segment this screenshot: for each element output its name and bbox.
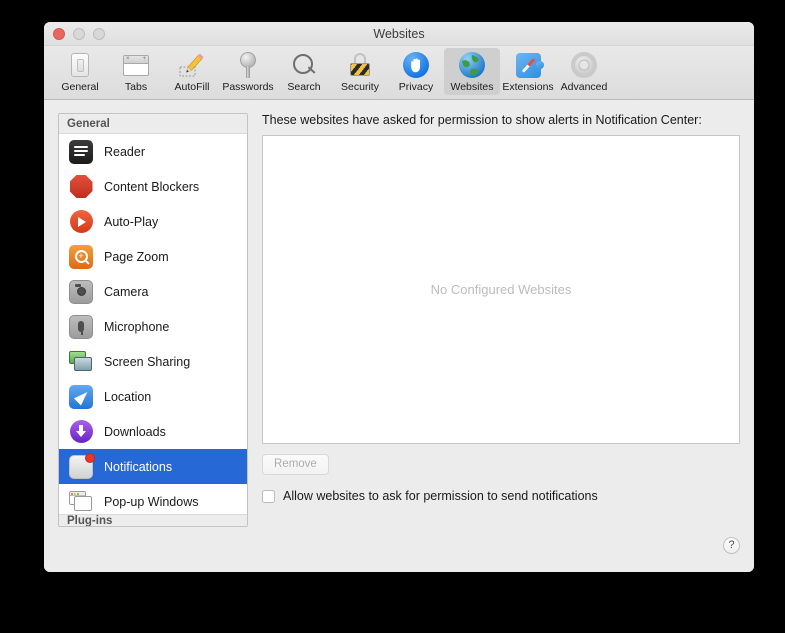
sidebar-group-header-general: General: [59, 114, 247, 134]
toolbar-label-security: Security: [341, 81, 379, 93]
window-footer: ?: [44, 536, 754, 572]
toolbar-label-websites: Websites: [450, 81, 494, 93]
popup-windows-icon: [69, 490, 93, 514]
toolbar-item-extensions[interactable]: Extensions: [500, 48, 556, 95]
key-icon: [233, 50, 263, 80]
toolbar-label-general: General: [61, 81, 99, 93]
minimize-button[interactable]: [73, 28, 85, 40]
general-icon: [65, 50, 95, 80]
notifications-pane: These websites have asked for permission…: [262, 113, 740, 536]
toolbar-label-passwords: Passwords: [222, 81, 274, 93]
sidebar-item-screen-sharing[interactable]: Screen Sharing: [59, 344, 247, 379]
sidebar-item-reader[interactable]: Reader: [59, 134, 247, 169]
notifications-icon: [69, 452, 95, 479]
close-button[interactable]: [53, 28, 65, 40]
zoom-button[interactable]: [93, 28, 105, 40]
websites-sidebar[interactable]: General Reader Content Blockers Auto-Pla…: [58, 113, 248, 527]
toolbar-label-extensions: Extensions: [502, 81, 554, 93]
play-circle-icon: [69, 210, 93, 234]
camera-icon: [69, 279, 93, 304]
globe-icon: [457, 50, 487, 80]
hand-icon: [401, 50, 431, 80]
sidebar-label-microphone: Microphone: [104, 319, 170, 334]
stop-sign-icon: [69, 175, 93, 199]
preferences-window: Websites General × + Tabs AutoFill Passw…: [44, 22, 754, 572]
location-arrow-icon: [69, 384, 93, 409]
remove-button[interactable]: Remove: [262, 454, 329, 475]
preferences-body: General Reader Content Blockers Auto-Pla…: [44, 100, 754, 536]
lock-icon: [345, 50, 375, 80]
sidebar-label-notifications: Notifications: [104, 459, 173, 474]
sidebar-label-reader: Reader: [104, 144, 145, 159]
sidebar-label-screen-sharing: Screen Sharing: [104, 354, 191, 369]
screen-sharing-icon: [69, 350, 93, 374]
allow-notifications-row[interactable]: Allow websites to ask for permission to …: [262, 489, 740, 503]
sidebar-label-auto-play: Auto-Play: [104, 214, 159, 229]
toolbar-label-tabs: Tabs: [124, 81, 148, 93]
sidebar-item-content-blockers[interactable]: Content Blockers: [59, 169, 247, 204]
empty-list-message: No Configured Websites: [430, 282, 572, 297]
sidebar-label-location: Location: [104, 389, 152, 404]
toolbar-item-advanced[interactable]: Advanced: [556, 48, 612, 95]
pane-caption: These websites have asked for permission…: [262, 113, 702, 127]
websites-list[interactable]: No Configured Websites: [262, 135, 740, 444]
magnifier-icon: [289, 50, 319, 80]
toolbar-label-search: Search: [287, 81, 321, 93]
tabs-icon: × +: [121, 50, 151, 80]
download-icon: [69, 420, 93, 444]
sidebar-item-camera[interactable]: Camera: [59, 274, 247, 309]
sidebar-label-content-blockers: Content Blockers: [104, 179, 200, 194]
list-actions: Remove: [262, 454, 740, 475]
sidebar-label-downloads: Downloads: [104, 424, 166, 439]
sidebar-item-notifications[interactable]: Notifications: [59, 449, 247, 484]
sidebar-item-auto-play[interactable]: Auto-Play: [59, 204, 247, 239]
toolbar-item-general[interactable]: General: [52, 48, 108, 95]
allow-notifications-checkbox[interactable]: [262, 489, 275, 503]
sidebar-item-page-zoom[interactable]: + Page Zoom: [59, 239, 247, 274]
title-bar: Websites: [44, 22, 754, 46]
toolbar-item-security[interactable]: Security: [332, 48, 388, 95]
toolbar-item-tabs[interactable]: × + Tabs: [108, 48, 164, 95]
toolbar-item-passwords[interactable]: Passwords: [220, 48, 276, 95]
sidebar-label-camera: Camera: [104, 284, 149, 299]
toolbar-item-search[interactable]: Search: [276, 48, 332, 95]
reader-icon: [69, 139, 93, 164]
toolbar-item-autofill[interactable]: AutoFill: [164, 48, 220, 95]
sidebar-item-microphone[interactable]: Microphone: [59, 309, 247, 344]
toolbar-item-websites[interactable]: Websites: [444, 48, 500, 95]
sidebar-item-downloads[interactable]: Downloads: [59, 414, 247, 449]
autofill-icon: [177, 50, 207, 80]
toolbar-label-advanced: Advanced: [560, 81, 608, 93]
microphone-icon: [69, 314, 93, 339]
sidebar-label-popup-windows: Pop-up Windows: [104, 494, 199, 509]
window-title: Websites: [373, 27, 425, 41]
window-controls: [53, 28, 105, 40]
preferences-toolbar: General × + Tabs AutoFill Passwords Sear…: [44, 46, 754, 100]
sidebar-label-page-zoom: Page Zoom: [104, 249, 169, 264]
sidebar-group-header-plugins: Plug-ins: [59, 514, 247, 526]
puzzle-icon: [513, 50, 544, 80]
toolbar-item-privacy[interactable]: Privacy: [388, 48, 444, 95]
zoom-magnifier-icon: +: [69, 244, 93, 269]
toolbar-label-autofill: AutoFill: [174, 81, 210, 93]
toolbar-label-privacy: Privacy: [398, 81, 434, 93]
gear-icon: [569, 50, 599, 80]
help-button[interactable]: ?: [723, 537, 740, 554]
allow-notifications-label: Allow websites to ask for permission to …: [283, 489, 598, 503]
sidebar-item-location[interactable]: Location: [59, 379, 247, 414]
